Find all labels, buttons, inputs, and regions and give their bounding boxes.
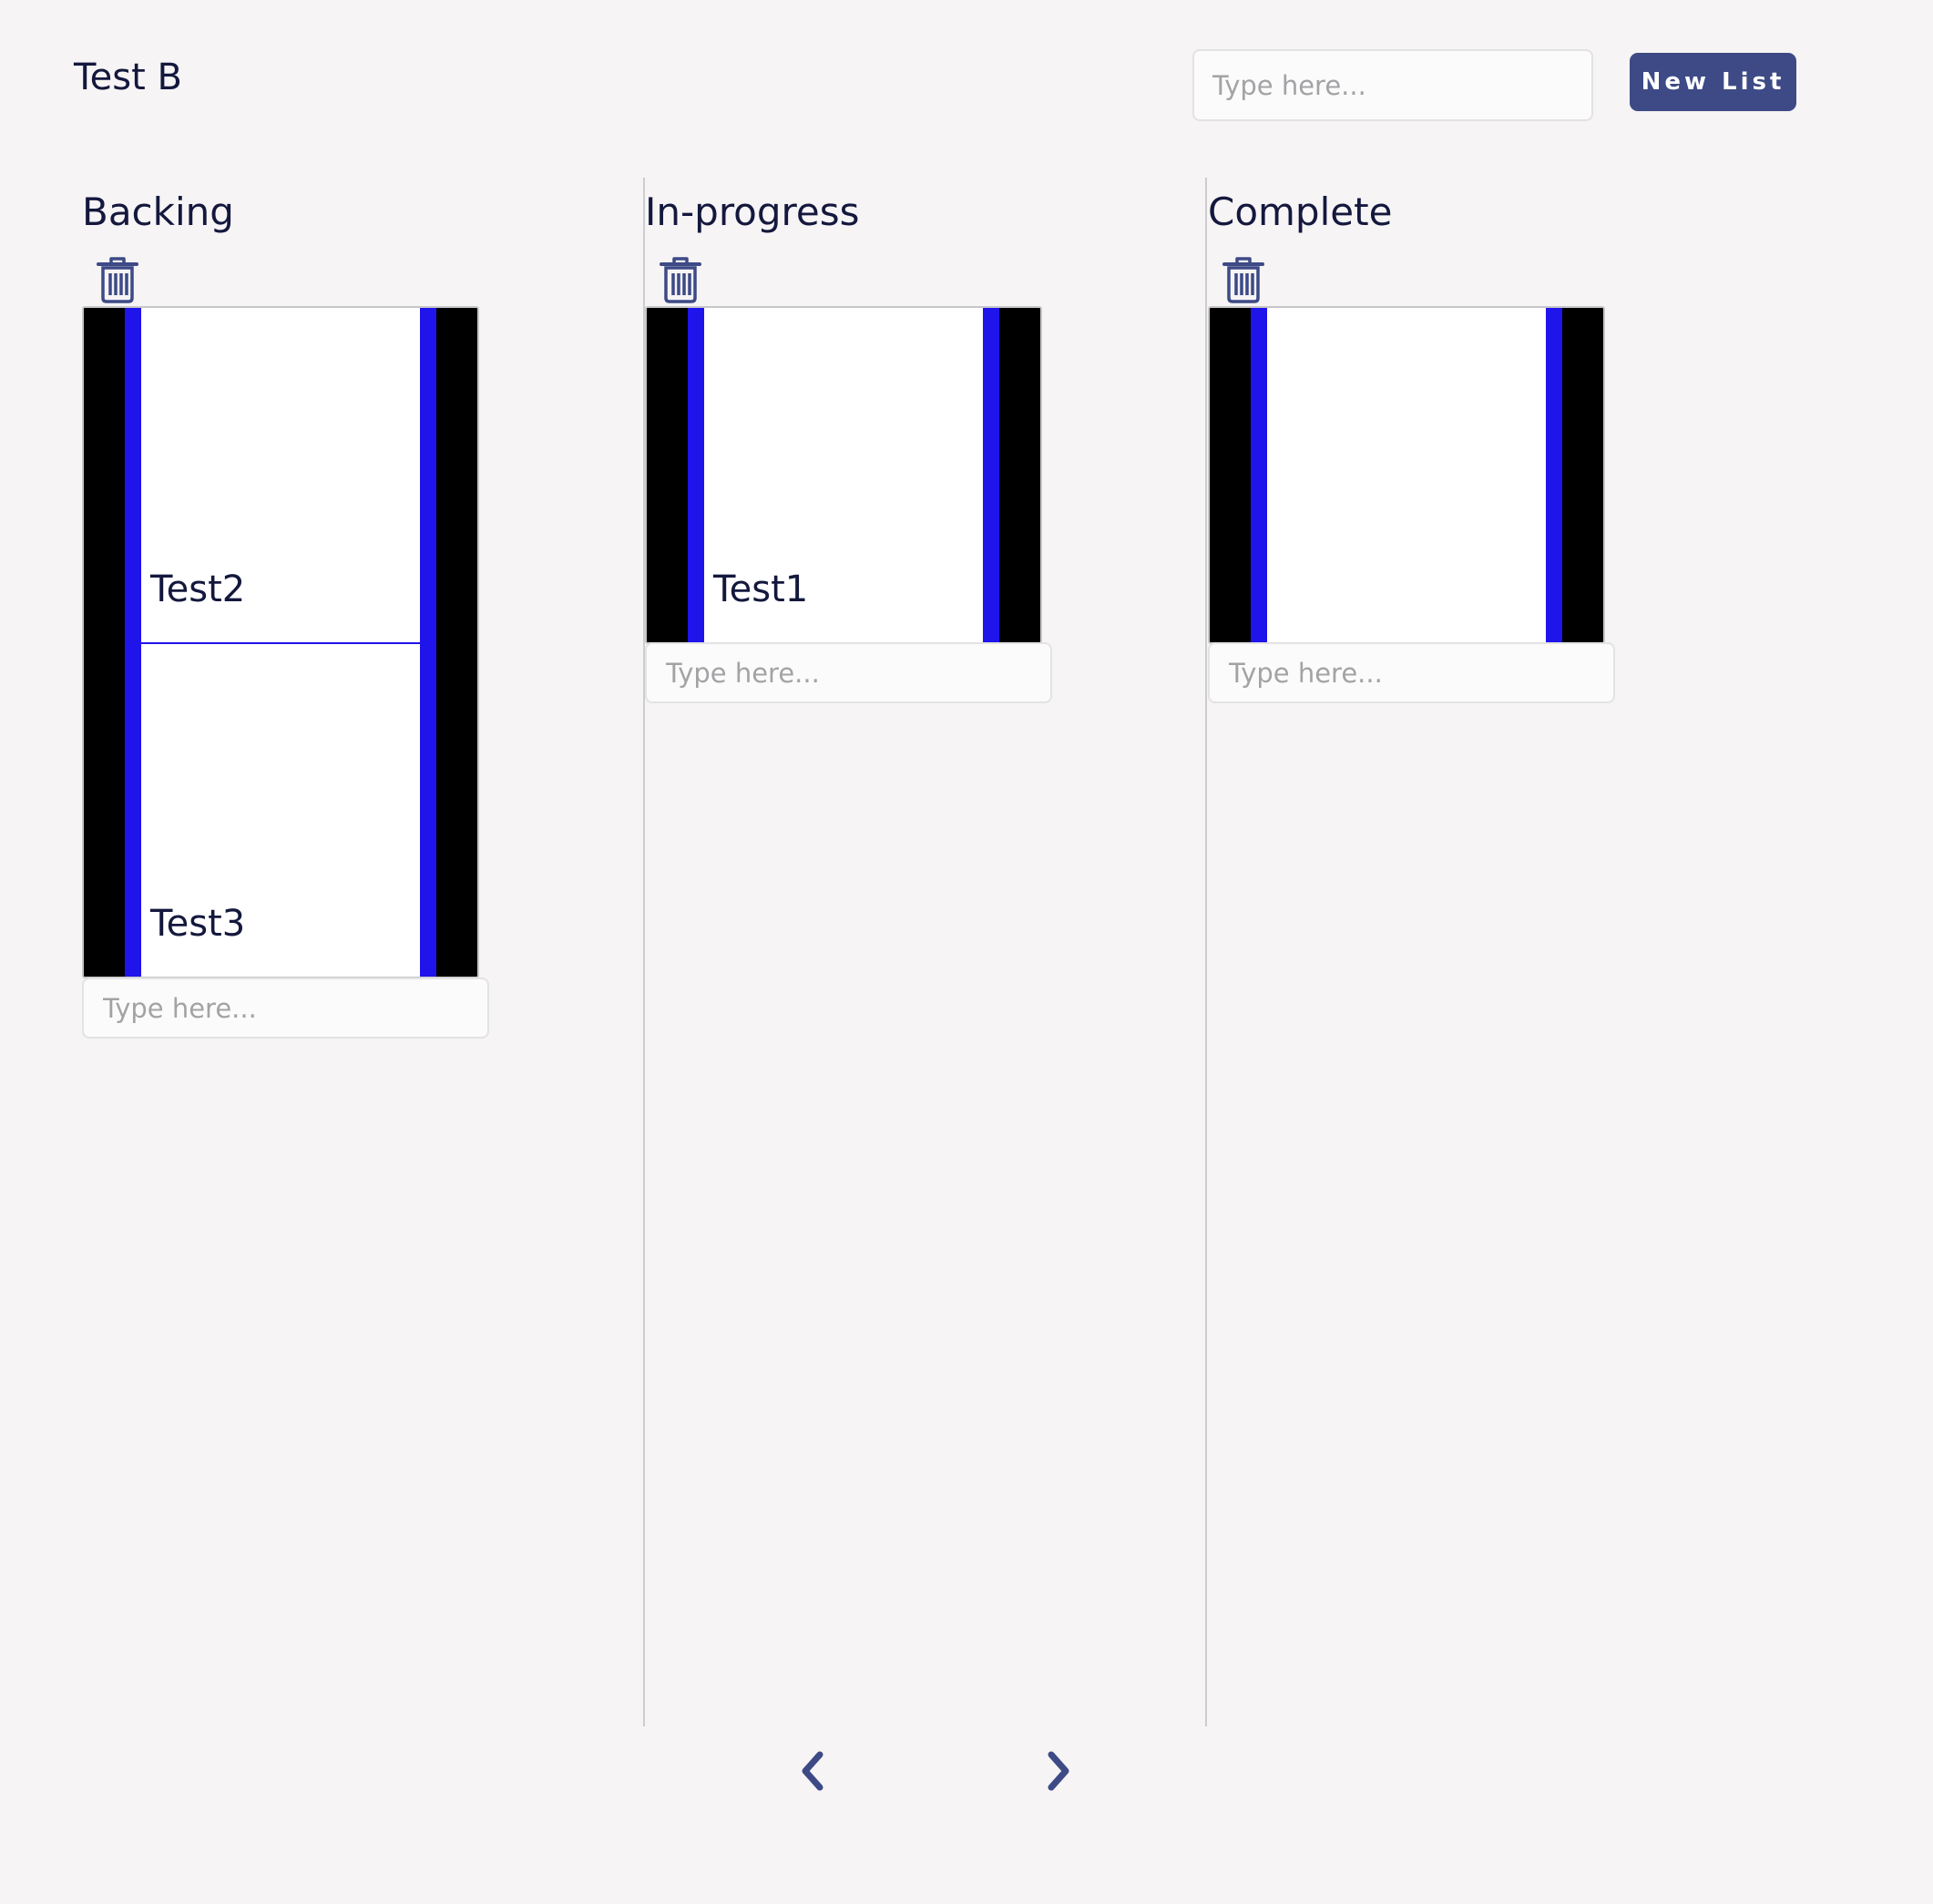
next-page-button[interactable] bbox=[1035, 1745, 1080, 1797]
new-list-input[interactable] bbox=[1192, 49, 1593, 121]
add-card-input[interactable] bbox=[645, 642, 1052, 703]
card[interactable] bbox=[1251, 308, 1562, 642]
add-card-input[interactable] bbox=[82, 978, 489, 1039]
add-card-input[interactable] bbox=[1208, 642, 1615, 703]
card-list: Test2 Test3 bbox=[82, 306, 479, 978]
trash-icon bbox=[660, 257, 701, 303]
card[interactable]: Test2 bbox=[125, 308, 436, 642]
delete-list-button[interactable] bbox=[660, 256, 701, 303]
card-label: Test2 bbox=[150, 568, 246, 610]
previous-page-button[interactable] bbox=[791, 1745, 836, 1797]
column-divider bbox=[1205, 178, 1207, 1726]
card-label: Test3 bbox=[150, 903, 246, 945]
delete-list-button[interactable] bbox=[1222, 256, 1264, 303]
board-title: Test B bbox=[74, 56, 182, 98]
card-list bbox=[1208, 306, 1605, 644]
delete-list-button[interactable] bbox=[97, 256, 138, 303]
list-title: In-progress bbox=[645, 189, 860, 234]
trash-icon bbox=[97, 257, 138, 303]
list-title: Backing bbox=[82, 189, 234, 234]
list-title: Complete bbox=[1208, 189, 1393, 234]
card-list: Test1 bbox=[645, 306, 1042, 644]
chevron-left-icon bbox=[802, 1751, 823, 1791]
trash-icon bbox=[1222, 257, 1264, 303]
new-list-button[interactable]: New List bbox=[1630, 53, 1796, 111]
card[interactable]: Test1 bbox=[688, 308, 999, 642]
card[interactable]: Test3 bbox=[125, 642, 436, 977]
card-label: Test1 bbox=[713, 568, 809, 610]
chevron-right-icon bbox=[1048, 1751, 1069, 1791]
